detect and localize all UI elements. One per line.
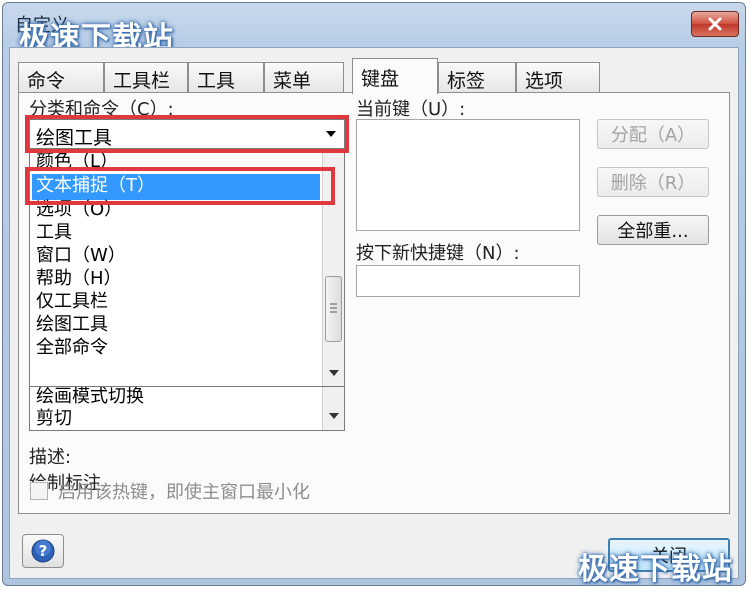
- svg-text:?: ?: [39, 542, 48, 560]
- close-icon: [708, 17, 722, 31]
- scrollbar-thumb[interactable]: [325, 276, 342, 342]
- chevron-down-icon: [329, 413, 339, 419]
- hotkey-minimized-label: 启用该热键，即使主窗口最小化: [58, 482, 310, 503]
- hotkey-minimized-checkbox[interactable]: [30, 482, 48, 500]
- chevron-down-icon: [326, 131, 336, 137]
- category-option[interactable]: 全部命令: [32, 336, 320, 362]
- description-label: 描述:: [29, 447, 72, 468]
- chevron-down-icon: [329, 370, 339, 376]
- tab-commands[interactable]: 命令: [18, 62, 104, 92]
- scroll-down-button[interactable]: [325, 407, 343, 425]
- current-key-list[interactable]: [356, 119, 580, 231]
- help-button[interactable]: ?: [22, 534, 64, 568]
- title-bar: 自定义 极速下载站: [3, 3, 745, 56]
- remove-button[interactable]: 删除（R）: [597, 167, 709, 197]
- window-close-button[interactable]: [691, 11, 739, 37]
- assign-button[interactable]: 分配（A）: [597, 119, 709, 149]
- reset-all-button[interactable]: 全部重...: [597, 215, 709, 245]
- watermark-bottom: 极速下载站: [578, 552, 733, 586]
- tab-labels[interactable]: 标签: [438, 62, 516, 92]
- new-shortcut-label: 按下新快捷键（N）:: [356, 243, 520, 264]
- keyboard-tab-panel: 分类和命令（C）: 绘图工具 颜色（L） 文本捕捉（T） 选项（O） 工具 窗口…: [18, 92, 730, 514]
- tab-toolbars[interactable]: 工具栏: [104, 62, 188, 92]
- commands-scrollbar[interactable]: [322, 387, 344, 430]
- grip-icon: [330, 303, 337, 313]
- dropdown-scrollbar[interactable]: [322, 152, 344, 386]
- category-selected-value: 绘图工具: [36, 127, 113, 149]
- current-key-label: 当前键（U）:: [356, 99, 466, 120]
- category-dropdown[interactable]: 绘图工具: [29, 119, 345, 149]
- tab-options[interactable]: 选项: [516, 62, 600, 92]
- tab-menus[interactable]: 菜单: [264, 62, 344, 92]
- category-option-selected[interactable]: 文本捕捉（T）: [32, 174, 320, 200]
- customize-dialog: 自定义 极速下载站 命令 工具栏 工具 菜单 键盘 标签 选项 分类和命令（C）…: [2, 2, 746, 586]
- scroll-down-button[interactable]: [325, 364, 343, 382]
- category-label: 分类和命令（C）:: [29, 99, 174, 120]
- commands-list: 绘画模式切换 剪切: [29, 387, 345, 431]
- dialog-client-area: 命令 工具栏 工具 菜单 键盘 标签 选项 分类和命令（C）: 绘图工具 颜色（…: [9, 47, 739, 585]
- tab-keyboard[interactable]: 键盘: [352, 58, 438, 94]
- category-option[interactable]: 颜色（L）: [32, 152, 320, 176]
- dropdown-arrow-button[interactable]: [320, 122, 342, 146]
- command-item[interactable]: 剪切: [32, 407, 320, 430]
- help-icon: ?: [31, 539, 55, 563]
- new-shortcut-input[interactable]: [356, 265, 580, 297]
- category-dropdown-list: 颜色（L） 文本捕捉（T） 选项（O） 工具 窗口（W） 帮助（H） 仅工具栏 …: [29, 151, 345, 387]
- tab-tools[interactable]: 工具: [188, 62, 264, 92]
